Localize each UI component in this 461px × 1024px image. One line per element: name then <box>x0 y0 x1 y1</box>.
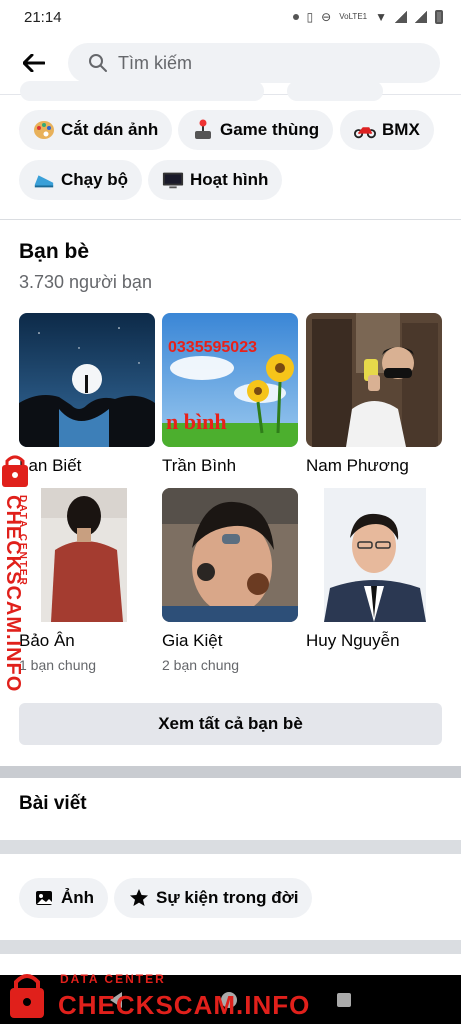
section-divider <box>0 219 461 220</box>
chip-label: Cắt dán ảnh <box>61 120 159 139</box>
chip-label: BMX <box>382 120 420 139</box>
friend-photo[interactable] <box>306 313 442 447</box>
chip-label: Sự kiện trong đời <box>156 888 299 907</box>
friend-photo[interactable]: 0335595023 n bình <box>162 313 298 447</box>
chip-life-events[interactable]: Sự kiện trong đời <box>114 878 313 918</box>
watermark-vertical-big: CHECKSCAM.INFO <box>2 495 24 693</box>
back-arrow-icon <box>23 54 45 72</box>
posts-section-title: Bài viết <box>19 793 87 814</box>
watermark-bottom-small: DATA CENTER <box>60 972 166 986</box>
section-divider <box>0 766 461 778</box>
friend-name[interactable]: Huy Nguyễn <box>306 631 400 651</box>
chip-label: Hoạt hình <box>190 170 269 189</box>
vibrate-icon: ▯ <box>306 10 314 24</box>
search-icon <box>89 54 107 72</box>
chip-interest-5[interactable]: Hoạt hình <box>148 160 283 200</box>
watermark-lock-icon <box>10 974 44 1018</box>
battery-icon <box>435 10 443 24</box>
watermark-bottom-big: CHECKSCAM.INFO <box>58 990 311 1020</box>
chip-label: Game thùng <box>220 120 320 139</box>
back-button[interactable] <box>14 43 54 83</box>
photo-icon <box>33 887 55 909</box>
friend-mutual-count: 2 bạn chung <box>162 657 240 673</box>
watermark-bottom: DATA CENTER CHECKSCAM.INFO <box>0 968 461 1024</box>
running-shoe-icon <box>33 169 55 191</box>
friend-photo[interactable] <box>162 488 298 622</box>
friend-card[interactable]: Nam Phương <box>306 313 442 488</box>
photo-overlay-name: n bình <box>166 409 227 434</box>
arcade-joystick-icon <box>192 119 214 141</box>
network-label: VoLTE1 <box>339 12 368 21</box>
chip-label: Ảnh <box>61 888 95 907</box>
section-divider <box>0 840 461 854</box>
search-header: Tìm kiếm <box>0 40 461 86</box>
friend-card[interactable]: Huy Nguyễn <box>306 488 442 678</box>
chip-photos[interactable]: Ảnh <box>19 878 109 918</box>
friends-section-title: Bạn bè <box>19 240 90 263</box>
status-time: 21:14 <box>24 8 62 26</box>
do-not-disturb-icon: ⊖ <box>321 10 332 24</box>
section-divider <box>0 940 461 954</box>
chip-interest-2[interactable]: Game thùng <box>178 110 334 150</box>
search-input[interactable]: Tìm kiếm <box>68 43 440 83</box>
status-bar: 21:14 ▯ ⊖ VoLTE1 ▼ <box>0 0 461 34</box>
status-icons: ▯ ⊖ VoLTE1 ▼ <box>292 10 443 24</box>
watermark-vertical: DATA CENTER CHECKSCAM.INFO <box>0 455 44 692</box>
photo-overlay-phone: 0335595023 <box>168 339 257 356</box>
signal-2-icon <box>415 11 427 23</box>
scrolled-chips-remnant <box>0 81 461 101</box>
palette-icon <box>33 119 55 141</box>
friend-card[interactable]: 0335595023 n bình Trần Bình <box>162 313 298 488</box>
friend-photo[interactable] <box>306 488 442 622</box>
chip-label: Chạy bộ <box>61 170 129 189</box>
friend-name[interactable]: Nam Phương <box>306 456 409 476</box>
chip-interest-4[interactable]: Chạy bộ <box>19 160 143 200</box>
chip-interest-3[interactable]: BMX <box>340 110 434 150</box>
signal-icon <box>395 11 407 23</box>
friend-card[interactable]: Gia Kiệt 2 bạn chung <box>162 488 298 678</box>
tv-screen-icon <box>162 169 184 191</box>
chip-interest-1[interactable]: Cắt dán ảnh <box>19 110 173 150</box>
notification-dot-icon <box>292 14 299 20</box>
motorbike-icon <box>354 119 376 141</box>
friends-count: 3.730 người bạn <box>19 272 152 292</box>
see-all-friends-button[interactable]: Xem tất cả bạn bè <box>19 703 442 745</box>
star-icon <box>128 887 150 909</box>
friend-photo[interactable] <box>19 313 155 447</box>
search-placeholder: Tìm kiếm <box>118 52 192 73</box>
friend-name[interactable]: Trần Bình <box>162 456 236 476</box>
friend-name[interactable]: Gia Kiệt <box>162 631 222 651</box>
wifi-icon: ▼ <box>375 10 387 24</box>
